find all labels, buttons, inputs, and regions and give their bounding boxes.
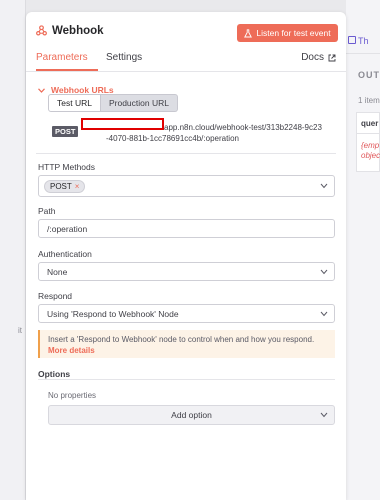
webhook-url-line1[interactable]: app.n8n.cloud/webhook-test/313b2248-9c23 [164,122,339,133]
docs-label: Docs [301,52,324,63]
redaction-box [81,118,164,130]
listen-for-test-event-button[interactable]: Listen for test event [237,24,338,42]
method-chip-label: POST [50,181,72,191]
url-type-switch: Test URL Production URL [48,94,178,112]
chevron-down-icon [320,269,328,274]
method-badge: POST [52,126,79,137]
path-value: /:operation [47,223,88,234]
respond-select[interactable]: Using 'Respond to Webhook' Node [38,304,335,323]
node-title: Webhook [52,25,104,37]
docs-link[interactable]: Docs [301,52,336,63]
options-divider [38,379,335,380]
http-methods-label: HTTP Methods [38,162,96,172]
table-icon [348,36,356,44]
production-url-tab[interactable]: Production URL [100,94,178,112]
authentication-value: None [47,266,68,277]
active-tab-indicator [36,69,98,71]
section-divider [36,153,336,154]
canvas-text-fragment: it [18,326,22,335]
authentication-label: Authentication [38,249,92,259]
respond-node-notice: Insert a 'Respond to Webhook' node to co… [38,330,335,358]
output-row-divider [357,133,380,134]
listen-button-label: Listen for test event [256,28,331,38]
notice-text: Insert a 'Respond to Webhook' node to co… [48,335,315,344]
add-option-label: Add option [171,410,212,420]
authentication-select[interactable]: None [38,262,335,281]
external-link-icon [328,54,336,61]
no-properties-text: No properties [48,391,97,400]
webhook-icon [36,25,47,36]
path-label: Path [38,206,56,216]
tab-parameters[interactable]: Parameters [36,52,88,63]
chevron-down-icon [320,412,328,418]
method-chip: POST × [44,179,86,193]
remove-chip-icon[interactable]: × [75,182,80,191]
path-input[interactable]: /:operation [38,219,335,238]
output-table: quer {emp objec [356,112,380,172]
output-item-count: 1 item [358,96,380,105]
panel-header: Webhook Listen for test event [26,12,346,48]
output-title: OUT [358,70,380,80]
chevron-down-icon [320,311,328,316]
chevron-down-icon [38,87,45,93]
webhook-url-line2[interactable]: -4070-881b-1cc78691cc4b/:operation [106,133,341,144]
chevron-down-icon [320,183,328,189]
output-cell: {emp [361,141,380,150]
output-cell: objec [361,151,380,160]
http-methods-select[interactable]: POST × [38,175,335,197]
output-tab[interactable]: Th [358,36,369,46]
add-option-button[interactable]: Add option [48,405,335,425]
test-url-tab[interactable]: Test URL [48,94,101,112]
flask-icon [244,28,253,37]
options-label: Options [38,369,71,379]
respond-label: Respond [38,291,73,301]
output-column-header: quer [361,119,379,128]
node-settings-panel: Webhook Listen for test event Parameters… [26,12,346,500]
tab-settings[interactable]: Settings [106,52,142,63]
panel-tabs: Parameters Settings Docs [26,48,346,72]
respond-value: Using 'Respond to Webhook' Node [47,308,179,319]
more-details-link[interactable]: More details [48,345,327,356]
canvas-left: it [0,0,26,500]
output-panel: Th OUT 1 item quer {emp objec [346,0,380,500]
